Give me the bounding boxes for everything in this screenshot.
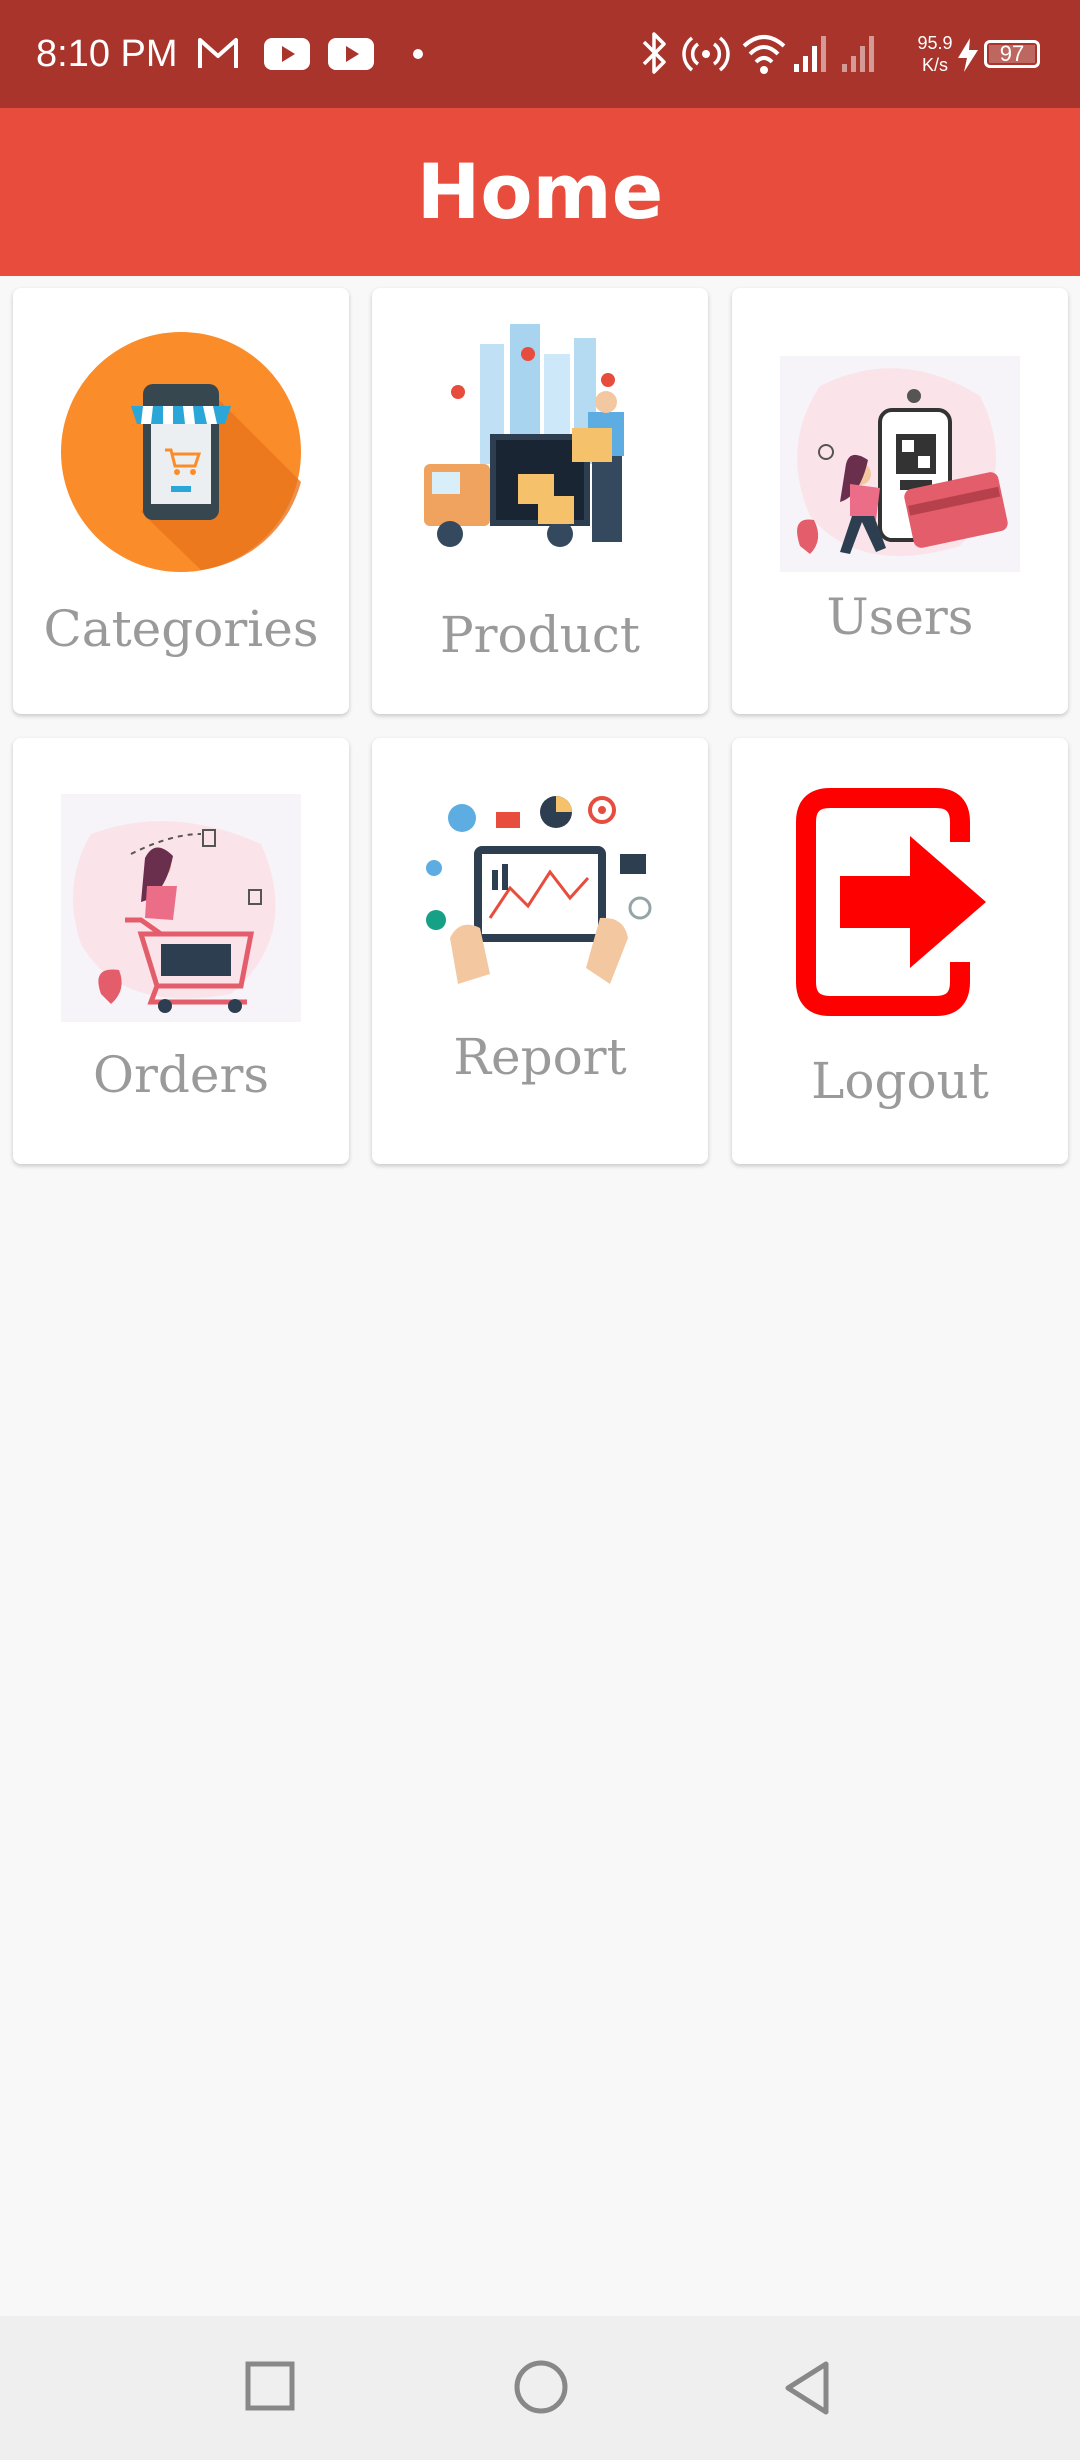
system-icons xyxy=(642,32,874,74)
users-label: Users xyxy=(826,588,974,646)
wifi-icon xyxy=(742,35,786,74)
categories-card[interactable]: Categories xyxy=(13,288,349,714)
product-card[interactable]: Product xyxy=(372,288,708,714)
battery-level: 97 xyxy=(999,41,1025,66)
product-label: Product xyxy=(440,606,640,664)
logout-card[interactable]: Logout xyxy=(732,738,1068,1164)
signal-icon xyxy=(794,36,826,72)
app-bar: Home xyxy=(0,108,1080,276)
home-button[interactable] xyxy=(512,2360,570,2418)
shopping-cart-icon xyxy=(61,794,301,1022)
charging-icon xyxy=(958,38,978,72)
gmail-icon xyxy=(198,38,238,68)
status-time: 8:10 PM xyxy=(36,33,178,75)
delivery-truck-icon xyxy=(424,324,624,547)
analytics-tablet-icon xyxy=(426,796,652,984)
page-title: Home xyxy=(416,147,664,236)
logout-icon xyxy=(796,788,986,1016)
report-label: Report xyxy=(453,1028,627,1086)
dot-icon xyxy=(413,49,423,59)
orders-label: Orders xyxy=(92,1046,270,1104)
orders-card[interactable]: Orders xyxy=(13,738,349,1164)
logout-label: Logout xyxy=(811,1052,989,1110)
youtube-icon xyxy=(328,38,374,70)
store-phone-icon xyxy=(61,332,301,572)
battery-indicator: 97 xyxy=(984,40,1040,68)
mobile-payment-icon xyxy=(780,356,1020,572)
status-bar: 8:10 PM 95.9 K/s 97 xyxy=(0,0,1080,108)
hotspot-icon xyxy=(682,36,730,72)
bluetooth-icon xyxy=(642,32,666,74)
youtube-icon xyxy=(264,38,310,70)
report-card[interactable]: Report xyxy=(372,738,708,1164)
categories-label: Categories xyxy=(43,600,319,658)
users-card[interactable]: Users xyxy=(732,288,1068,714)
notification-icons xyxy=(198,34,438,79)
back-button[interactable] xyxy=(782,2360,834,2418)
system-nav-bar xyxy=(0,2316,1080,2460)
signal-icon xyxy=(842,36,874,72)
recents-button[interactable] xyxy=(244,2360,298,2414)
